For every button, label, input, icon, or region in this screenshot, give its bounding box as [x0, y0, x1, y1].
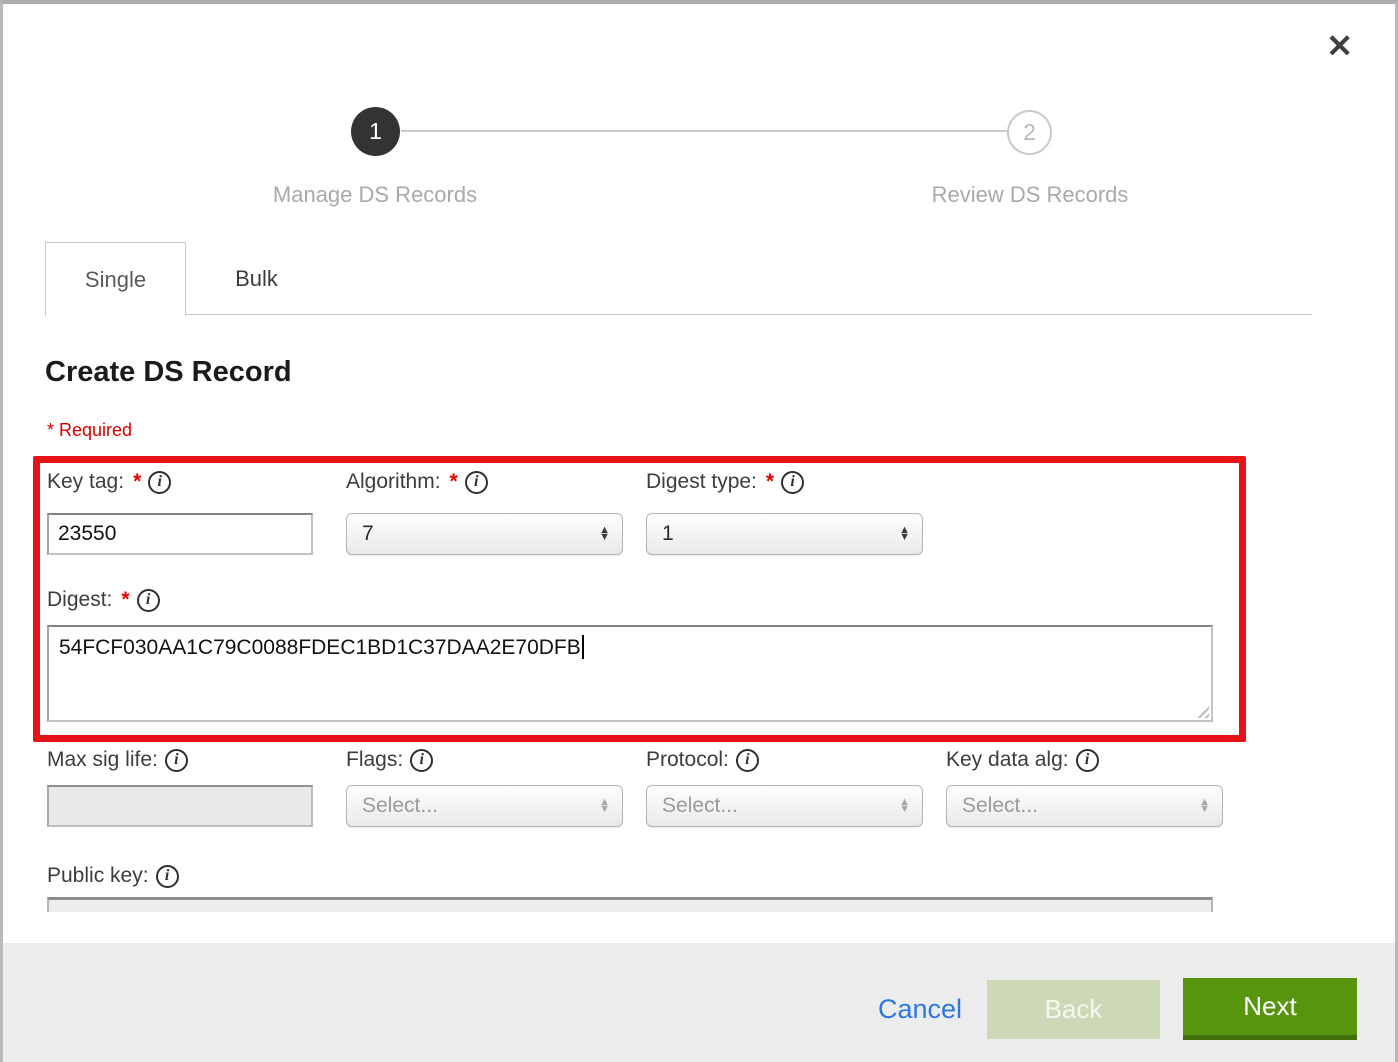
- required-asterisk: *: [764, 470, 774, 494]
- create-ds-record-modal: ✕ 1 2 Manage DS Records Review DS Record…: [0, 0, 1398, 1062]
- key-data-alg-label: Key data alg: i: [946, 748, 1099, 772]
- info-icon[interactable]: i: [736, 749, 759, 772]
- resize-handle-icon[interactable]: [1194, 703, 1209, 718]
- step-1-number: 1: [369, 118, 382, 145]
- close-icon[interactable]: ✕: [1326, 30, 1353, 62]
- digest-type-label: Digest type: * i: [646, 470, 804, 494]
- select-spinner-icon: ▲▼: [599, 527, 610, 541]
- flags-label: Flags: i: [346, 748, 433, 772]
- protocol-select[interactable]: Select... ▲▼: [646, 785, 923, 827]
- digest-type-select[interactable]: 1 ▲▼: [646, 513, 923, 555]
- public-key-textarea[interactable]: [47, 897, 1213, 912]
- required-asterisk: *: [131, 470, 141, 494]
- next-button[interactable]: Next: [1183, 978, 1357, 1040]
- flags-select[interactable]: Select... ▲▼: [346, 785, 623, 827]
- info-icon[interactable]: i: [1076, 749, 1099, 772]
- required-asterisk: *: [448, 470, 458, 494]
- page-title: Create DS Record: [45, 356, 292, 389]
- key-tag-label: Key tag: * i: [47, 470, 171, 494]
- key-tag-input[interactable]: 23550: [47, 513, 313, 555]
- select-spinner-icon: ▲▼: [599, 799, 610, 813]
- select-spinner-icon: ▲▼: [899, 527, 910, 541]
- step-2-number: 2: [1023, 119, 1036, 146]
- required-asterisk: *: [119, 588, 129, 612]
- info-icon[interactable]: i: [165, 749, 188, 772]
- info-icon[interactable]: i: [465, 471, 488, 494]
- step-1-circle: 1: [351, 107, 400, 156]
- digest-label: Digest: * i: [47, 588, 160, 612]
- text-cursor: [582, 635, 584, 659]
- tab-bulk[interactable]: Bulk: [186, 242, 327, 316]
- step-1-label: Manage DS Records: [225, 182, 525, 208]
- info-icon[interactable]: i: [148, 471, 171, 494]
- required-note: * Required: [47, 420, 132, 441]
- info-icon[interactable]: i: [781, 471, 804, 494]
- info-icon[interactable]: i: [156, 865, 179, 888]
- step-2-label: Review DS Records: [880, 182, 1180, 208]
- max-sig-life-input[interactable]: [47, 785, 313, 827]
- key-data-alg-select[interactable]: Select... ▲▼: [946, 785, 1223, 827]
- algorithm-label: Algorithm: * i: [346, 470, 488, 494]
- back-button[interactable]: Back: [987, 980, 1160, 1039]
- protocol-label: Protocol: i: [646, 748, 759, 772]
- info-icon[interactable]: i: [410, 749, 433, 772]
- info-icon[interactable]: i: [137, 589, 160, 612]
- public-key-label: Public key: i: [47, 864, 179, 888]
- cancel-button[interactable]: Cancel: [878, 994, 962, 1025]
- select-spinner-icon: ▲▼: [899, 799, 910, 813]
- tab-single[interactable]: Single: [45, 242, 186, 316]
- digest-textarea[interactable]: 54FCF030AA1C79C0088FDEC1BD1C37DAA2E70DFB: [47, 625, 1213, 722]
- algorithm-select[interactable]: 7 ▲▼: [346, 513, 623, 555]
- select-spinner-icon: ▲▼: [1199, 799, 1210, 813]
- step-2-circle: 2: [1007, 110, 1052, 155]
- stepper-connector-line: [401, 130, 1009, 132]
- max-sig-life-label: Max sig life: i: [47, 748, 188, 772]
